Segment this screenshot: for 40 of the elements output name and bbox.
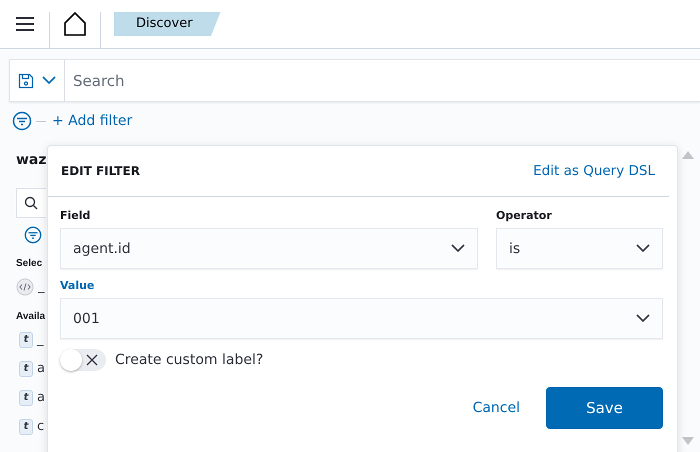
caret-icon <box>636 244 650 253</box>
search-field[interactable]: Search <box>65 59 700 102</box>
code-icon <box>16 278 34 296</box>
field-label: Field <box>60 209 92 222</box>
search-icon <box>24 196 38 210</box>
toggle-label: Create custom label? <box>115 352 264 368</box>
save-query-button[interactable] <box>9 59 65 102</box>
select-field[interactable]: 001 <box>60 298 663 339</box>
field-name[interactable]: a <box>37 390 45 405</box>
caret-icon <box>451 244 465 253</box>
field-type-badge: t <box>19 360 33 376</box>
filter-icon <box>12 111 32 131</box>
field-type-badge: t <box>19 390 33 406</box>
select-field[interactable]: is <box>496 228 663 269</box>
field-type-badge: t <box>19 418 33 434</box>
field-label: Value <box>60 279 96 292</box>
field-name[interactable]: _ <box>38 279 44 294</box>
toggle-switch[interactable] <box>60 349 106 371</box>
edit-as-dsl-link[interactable]: Edit as Query DSL <box>533 163 655 179</box>
save-button[interactable]: Save <box>546 387 663 429</box>
field-name[interactable]: c <box>37 419 44 434</box>
field-name[interactable]: a <box>37 361 45 376</box>
caret-icon <box>42 76 56 85</box>
popover-title: EDIT FILTER <box>61 164 140 178</box>
field-search-field[interactable] <box>16 188 46 218</box>
filter-icon <box>24 226 42 244</box>
field-label: Operator <box>496 209 553 222</box>
section-heading: Selec <box>16 258 44 271</box>
index-pattern-title: waz <box>16 152 47 170</box>
select-field[interactable]: agent.id <box>60 228 478 269</box>
section-heading: Availa <box>16 311 46 324</box>
field-name[interactable]: _ <box>37 332 44 347</box>
add-filter-link[interactable]: + Add filter <box>52 113 132 129</box>
cancel-button[interactable]: Cancel <box>472 387 520 429</box>
caret-icon <box>636 314 650 323</box>
save-icon <box>18 72 34 88</box>
home-icon[interactable] <box>63 12 87 36</box>
field-type-badge: t <box>19 332 33 348</box>
breadcrumb[interactable]: Discover <box>114 12 221 36</box>
cross-icon <box>86 354 98 366</box>
